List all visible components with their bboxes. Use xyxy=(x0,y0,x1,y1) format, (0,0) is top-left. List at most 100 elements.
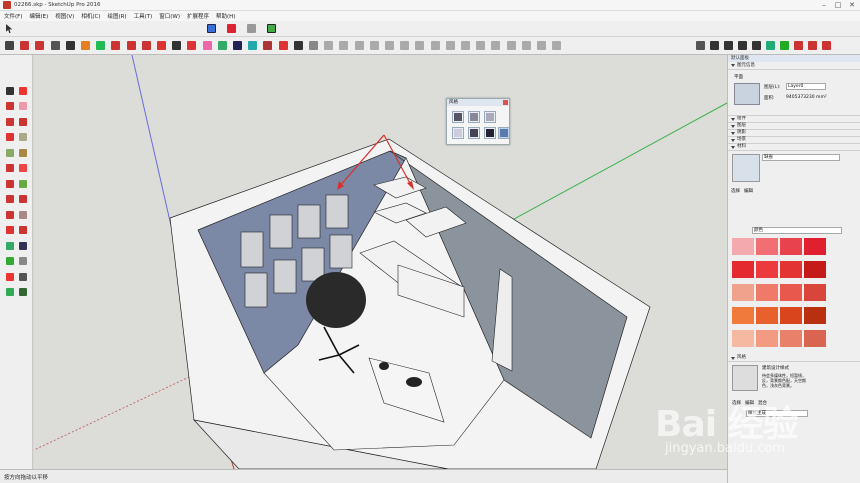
left-tool-icon[interactable] xyxy=(17,194,28,205)
left-tool-icon[interactable] xyxy=(17,85,28,96)
toolbar-tool-icon[interactable] xyxy=(261,39,274,52)
components-section[interactable]: 组件 xyxy=(728,116,860,123)
menu-camera[interactable]: 相机(C) xyxy=(81,12,100,20)
view-icon[interactable] xyxy=(722,39,735,52)
left-tool-icon[interactable] xyxy=(17,287,28,298)
toolbar-tool-icon[interactable] xyxy=(413,39,426,52)
material-category-select[interactable]: 颜色 xyxy=(752,227,842,234)
close-icon[interactable] xyxy=(503,100,508,105)
material-swatch[interactable] xyxy=(732,238,754,255)
toolbar-tool-icon[interactable] xyxy=(337,39,350,52)
toolbar-tool-icon[interactable] xyxy=(18,39,31,52)
left-tool-icon[interactable] xyxy=(4,194,15,205)
toolbar-tool-icon[interactable] xyxy=(49,39,62,52)
menu-file[interactable]: 文件(F) xyxy=(4,12,22,20)
material-swatch[interactable] xyxy=(804,284,826,301)
toolbar-tool-icon[interactable] xyxy=(79,39,92,52)
toolbar-tool-icon[interactable] xyxy=(383,39,396,52)
style-xray-icon[interactable] xyxy=(452,111,464,123)
toolbar-tool-icon[interactable] xyxy=(322,39,335,52)
view-icon[interactable] xyxy=(736,39,749,52)
toolbar-tool-icon[interactable] xyxy=(489,39,502,52)
toolbar-tool-icon[interactable] xyxy=(398,39,411,52)
left-tool-icon[interactable] xyxy=(17,101,28,112)
material-swatch[interactable] xyxy=(804,261,826,278)
toolbar-tool-icon[interactable] xyxy=(231,39,244,52)
material-name-input[interactable]: 缺省 xyxy=(762,154,840,161)
left-tool-icon[interactable] xyxy=(4,271,15,282)
view-icon[interactable] xyxy=(778,39,791,52)
toolbar-tool-icon[interactable] xyxy=(368,39,381,52)
toolbar-tool-icon[interactable] xyxy=(155,39,168,52)
material-swatch[interactable] xyxy=(780,330,802,347)
left-tool-icon[interactable] xyxy=(4,101,15,112)
left-tool-icon[interactable] xyxy=(17,209,28,220)
component-icon[interactable] xyxy=(265,22,278,35)
material-swatch[interactable] xyxy=(756,330,778,347)
minimize-icon[interactable]: – xyxy=(818,1,830,9)
left-tool-icon[interactable] xyxy=(4,147,15,158)
toolbar-tool-icon[interactable] xyxy=(185,39,198,52)
left-tool-icon[interactable] xyxy=(4,116,15,127)
style-shaded-icon[interactable] xyxy=(468,127,480,139)
tab-select[interactable]: 选择 xyxy=(731,188,740,194)
menu-draw[interactable]: 绘图(R) xyxy=(107,12,126,20)
shadows-section[interactable]: 阴影 xyxy=(728,130,860,137)
left-tool-icon[interactable] xyxy=(4,287,15,298)
view-icon[interactable] xyxy=(820,39,833,52)
layers-icon[interactable] xyxy=(225,22,238,35)
toolbar-tool-icon[interactable] xyxy=(292,39,305,52)
left-tool-icon[interactable] xyxy=(17,256,28,267)
menu-extensions[interactable]: 扩展程序 xyxy=(187,12,209,20)
view-icon[interactable] xyxy=(708,39,721,52)
menu-edit[interactable]: 编辑(E) xyxy=(29,12,48,20)
style-monochrome-icon[interactable] xyxy=(498,127,510,139)
material-swatch[interactable] xyxy=(804,307,826,324)
toolbar-tool-icon[interactable] xyxy=(550,39,563,52)
toolbar-tool-icon[interactable] xyxy=(520,39,533,52)
tab-edit[interactable]: 编辑 xyxy=(744,188,753,194)
menu-tools[interactable]: 工具(T) xyxy=(134,12,153,20)
left-tool-icon[interactable] xyxy=(4,178,15,189)
toolbar-tool-icon[interactable] xyxy=(109,39,122,52)
toolbar-tool-icon[interactable] xyxy=(246,39,259,52)
entity-info-icon[interactable] xyxy=(205,22,218,35)
material-swatch[interactable] xyxy=(780,284,802,301)
style-hiddenline-icon[interactable] xyxy=(452,127,464,139)
toolbar-tool-icon[interactable] xyxy=(353,39,366,52)
left-tool-icon[interactable] xyxy=(4,85,15,96)
toolbar-tool-icon[interactable] xyxy=(535,39,548,52)
material-swatch[interactable] xyxy=(732,284,754,301)
toolbar-tool-icon[interactable] xyxy=(505,39,518,52)
material-preview[interactable] xyxy=(734,83,760,105)
material-swatch[interactable] xyxy=(780,238,802,255)
select-icon[interactable] xyxy=(4,22,17,35)
toolbar-tool-icon[interactable] xyxy=(277,39,290,52)
view-icon[interactable] xyxy=(750,39,763,52)
material-swatch[interactable] xyxy=(756,261,778,278)
style-backedges-icon[interactable] xyxy=(468,111,480,123)
menu-view[interactable]: 视图(V) xyxy=(55,12,74,20)
toolbar-tool-icon[interactable] xyxy=(140,39,153,52)
material-swatch[interactable] xyxy=(804,330,826,347)
toolbar-tool-icon[interactable] xyxy=(3,39,16,52)
view-icon[interactable] xyxy=(806,39,819,52)
left-tool-icon[interactable] xyxy=(17,271,28,282)
left-tool-icon[interactable] xyxy=(17,225,28,236)
menu-help[interactable]: 帮助(H) xyxy=(216,12,235,20)
toolbar-tool-icon[interactable] xyxy=(125,39,138,52)
left-tool-icon[interactable] xyxy=(4,132,15,143)
maximize-icon[interactable]: □ xyxy=(832,1,844,9)
left-tool-icon[interactable] xyxy=(17,163,28,174)
toolbar-tool-icon[interactable] xyxy=(64,39,77,52)
toolbar-tool-icon[interactable] xyxy=(33,39,46,52)
entity-info-section[interactable]: 图元信息 xyxy=(728,62,860,70)
toolbar-tool-icon[interactable] xyxy=(94,39,107,52)
material-swatch[interactable] xyxy=(804,238,826,255)
material-swatch[interactable] xyxy=(756,284,778,301)
style-textured-icon[interactable] xyxy=(484,127,496,139)
view-icon[interactable] xyxy=(764,39,777,52)
material-swatch[interactable] xyxy=(732,330,754,347)
close-icon[interactable]: ✕ xyxy=(846,1,858,9)
toolbar-tool-icon[interactable] xyxy=(474,39,487,52)
